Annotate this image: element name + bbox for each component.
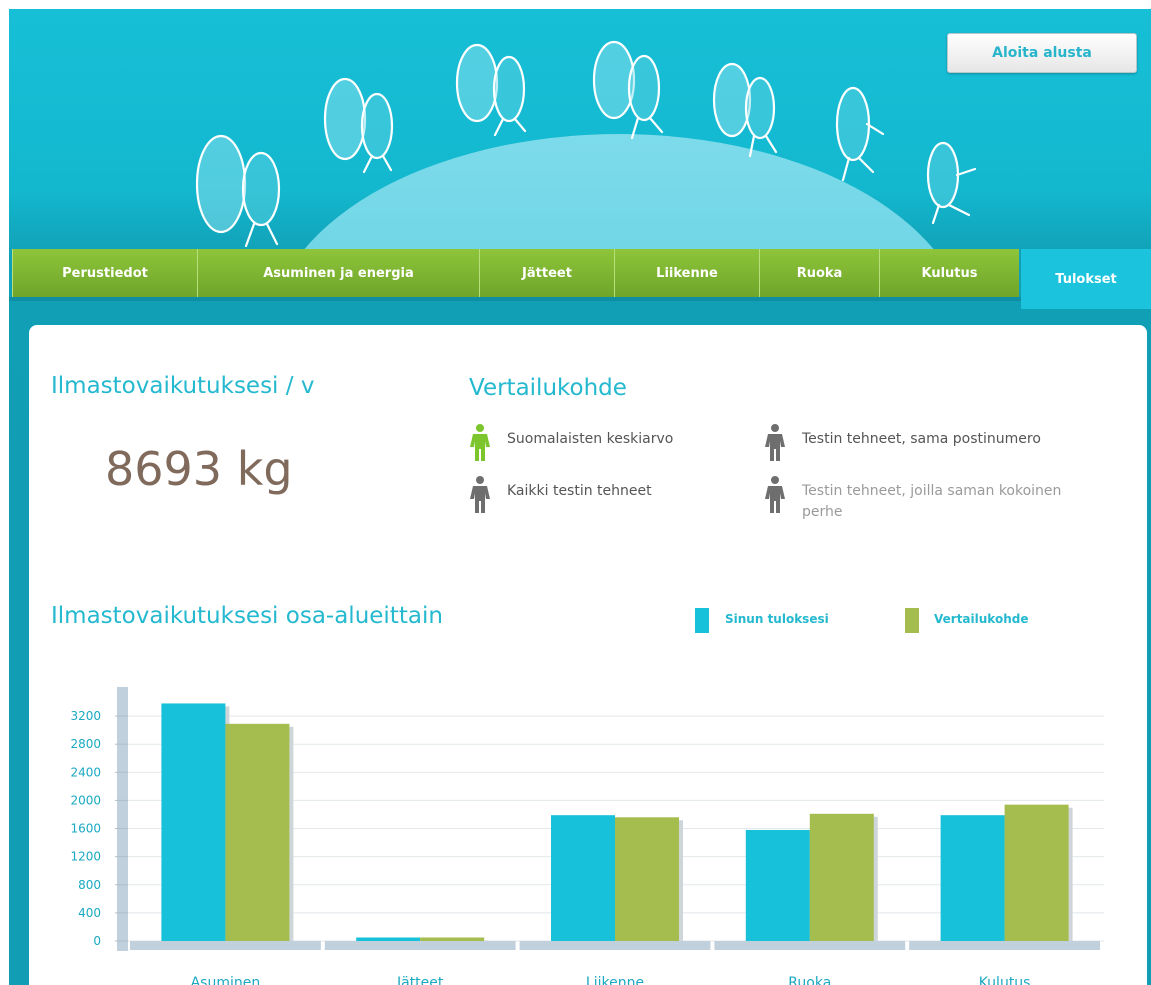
- x-category-label: Asuminen: [191, 975, 261, 985]
- bar: [940, 815, 1005, 941]
- y-tick-label: 2400: [70, 765, 101, 779]
- y-tick-label: 2800: [70, 737, 101, 751]
- x-axis-segment: [909, 941, 1100, 950]
- x-category-label: Kulutus: [979, 975, 1031, 985]
- x-category-label: Liikenne: [586, 975, 644, 985]
- tab-tulokset[interactable]: Tulokset: [1021, 249, 1151, 309]
- bar: [356, 937, 421, 941]
- y-axis-band: [117, 687, 128, 951]
- restart-button[interactable]: Aloita alusta: [947, 33, 1137, 73]
- tab-perustiedot[interactable]: Perustiedot: [12, 249, 197, 297]
- tab-ruoka[interactable]: Ruoka: [759, 249, 879, 297]
- bar: [615, 817, 679, 941]
- tab-kulutus[interactable]: Kulutus: [879, 249, 1019, 297]
- x-axis-segment: [130, 941, 321, 950]
- x-axis-segment: [324, 941, 516, 950]
- bar: [161, 703, 226, 941]
- tab-liikenne[interactable]: Liikenne: [614, 249, 759, 297]
- x-axis-segment: [519, 941, 711, 950]
- tab-asuminen-ja-energia[interactable]: Asuminen ja energia: [197, 249, 479, 297]
- bar: [745, 829, 810, 941]
- y-tick-label: 2000: [70, 793, 101, 807]
- bar: [225, 723, 290, 941]
- y-tick-label: 400: [78, 906, 101, 920]
- x-category-label: Jätteet: [396, 975, 444, 985]
- tab-jatteet[interactable]: Jätteet: [479, 249, 614, 297]
- results-card: Ilmastovaikutuksesi / v 8693 kg Vertailu…: [29, 325, 1147, 985]
- y-tick-label: 1200: [70, 850, 101, 864]
- tab-bar-shadow: [9, 297, 1021, 301]
- emissions-bar-chart: 0 400 800 1200 1600 2000 2400 2800 3200 Asuminen J…: [70, 687, 1104, 985]
- y-tick-label: 3200: [70, 709, 101, 723]
- y-tick-label: 800: [78, 878, 101, 892]
- app-frame: Aloita alusta Perustiedot Asuminen ja en…: [9, 9, 1151, 985]
- x-axis-segment: [714, 941, 906, 950]
- bar: [420, 937, 485, 941]
- bar: [809, 813, 874, 941]
- bar: [1004, 804, 1069, 941]
- x-category-label: Ruoka: [788, 975, 831, 985]
- y-tick-label: 0: [93, 934, 101, 948]
- bar: [551, 815, 615, 941]
- y-tick-label: 1600: [70, 822, 101, 836]
